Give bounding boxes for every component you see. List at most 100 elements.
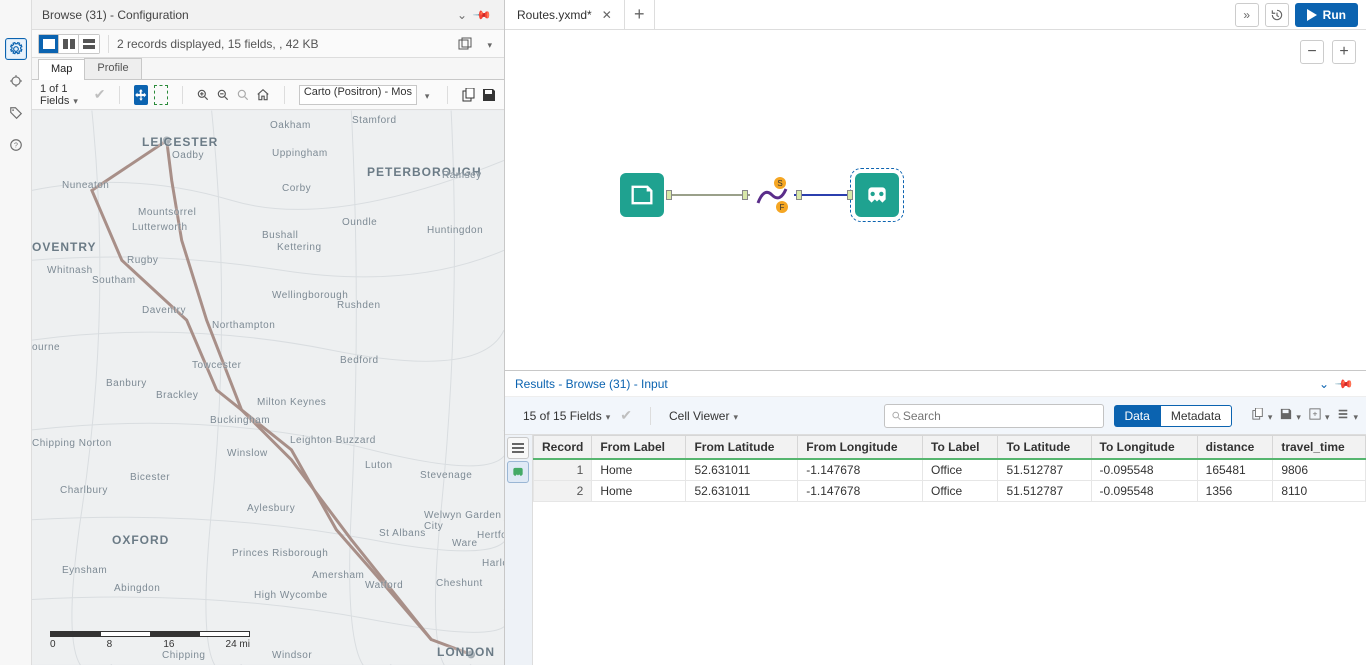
cell-viewer-dropdown[interactable]: Cell Viewer <box>669 409 738 423</box>
left-iconbar: ? <box>0 0 32 665</box>
input-tool-node[interactable] <box>620 173 664 217</box>
col-from-lon[interactable]: From Longitude <box>798 436 923 460</box>
results-left-icons <box>505 435 533 665</box>
svg-text:F: F <box>780 203 785 212</box>
input-anchor[interactable] <box>847 190 853 200</box>
city-oxford: OXFORD <box>112 533 169 547</box>
pan-button[interactable] <box>134 85 148 105</box>
output-anchor[interactable] <box>796 190 802 200</box>
wire-1 <box>667 194 751 196</box>
chevron-down-icon[interactable]: ⌄ <box>453 8 471 22</box>
zoom-in-icon[interactable] <box>196 85 210 105</box>
results-table: Record From Label From Latitude From Lon… <box>533 435 1366 502</box>
chevron-down-icon[interactable]: ⌄ <box>1315 377 1333 391</box>
popout-icon[interactable] <box>455 34 475 54</box>
basemap-picker[interactable]: Carto (Positron) - Mos <box>299 85 434 105</box>
col-from-label[interactable]: From Label <box>592 436 686 460</box>
results-title: Results - Browse (31) - Input <box>515 377 668 391</box>
config-panel: Browse (31) - Configuration ⌄ 📌 2 record… <box>32 0 505 665</box>
binoculars-icon[interactable] <box>507 461 529 483</box>
city-london: LONDON <box>437 645 495 659</box>
tab-map[interactable]: Map <box>38 59 85 80</box>
col-distance[interactable]: distance <box>1197 436 1273 460</box>
records-summary: 2 records displayed, 15 fields, , 42 KB <box>117 37 318 51</box>
config-title-text: Browse (31) - Configuration <box>42 8 189 22</box>
results-table-wrap[interactable]: Record From Label From Latitude From Lon… <box>533 435 1366 665</box>
zoom-out-icon[interactable] <box>216 85 230 105</box>
home-icon[interactable] <box>256 85 270 105</box>
select-button[interactable] <box>154 85 167 105</box>
svg-text:?: ? <box>14 142 18 149</box>
layout-split-h-button[interactable] <box>79 35 99 53</box>
metadata-tab[interactable]: Metadata <box>1160 405 1232 427</box>
config-toolbar: 2 records displayed, 15 fields, , 42 KB <box>32 30 504 58</box>
copy-icon[interactable] <box>462 85 476 105</box>
run-button[interactable]: Run <box>1295 3 1358 27</box>
tag-icon[interactable] <box>5 102 27 124</box>
zoom-out-button[interactable]: − <box>1300 40 1324 64</box>
wire-2 <box>793 194 853 196</box>
city-coventry: OVENTRY <box>32 240 97 254</box>
layout-single-button[interactable] <box>39 35 59 53</box>
fields-count[interactable]: 15 of 15 Fields <box>523 409 610 423</box>
help-icon[interactable]: ? <box>5 134 27 156</box>
workflow-canvas[interactable]: − + S F <box>505 30 1366 370</box>
fields-picker[interactable]: 1 of 1 Fields <box>40 83 88 107</box>
input-anchor[interactable] <box>742 190 748 200</box>
check-icon[interactable]: ✔ <box>620 407 632 424</box>
zoom-fit-icon[interactable] <box>236 85 250 105</box>
col-to-label[interactable]: To Label <box>923 436 998 460</box>
city-leicester: LEICESTER <box>142 135 218 149</box>
pin-icon[interactable]: 📌 <box>469 1 495 27</box>
gear-icon[interactable] <box>5 38 27 60</box>
tab-profile[interactable]: Profile <box>84 58 141 79</box>
new-window-menu-icon[interactable]: + <box>1309 408 1330 423</box>
layout-group <box>38 34 100 54</box>
svg-text:S: S <box>777 179 782 188</box>
history-icon[interactable] <box>1265 3 1289 27</box>
run-label: Run <box>1323 8 1346 22</box>
right-pane: Routes.yxmd* ✕ + » Run − + <box>505 0 1366 665</box>
check-icon[interactable]: ✔ <box>94 86 106 103</box>
close-icon[interactable]: ✕ <box>602 8 612 22</box>
save-icon[interactable] <box>482 85 496 105</box>
basemap-label: Carto (Positron) - Mos <box>299 85 417 105</box>
scale-bar: 0 8 16 24 mi <box>50 631 250 650</box>
list-menu-icon[interactable] <box>1337 408 1358 423</box>
zoom-in-button[interactable]: + <box>1332 40 1356 64</box>
map-toolbar: 1 of 1 Fields ✔ Carto (Positron) - Mos <box>32 80 504 110</box>
svg-text:+: + <box>1312 409 1317 419</box>
results-toolbar: 15 of 15 Fields ✔ Cell Viewer Data Metad… <box>505 397 1366 435</box>
search-icon <box>891 410 902 422</box>
save-menu-icon[interactable] <box>1280 408 1301 423</box>
fields-picker-label: 1 of 1 Fields <box>40 83 84 107</box>
search-input[interactable] <box>903 409 1098 423</box>
col-record[interactable]: Record <box>534 436 592 460</box>
view-tabs: Map Profile <box>32 58 504 80</box>
browse-tool-node[interactable] <box>855 173 899 217</box>
col-to-lon[interactable]: To Longitude <box>1091 436 1197 460</box>
doc-tab-label: Routes.yxmd* <box>517 8 592 22</box>
table-row[interactable]: 2 Home 52.631011 -1.147678 Office 51.512… <box>534 481 1366 502</box>
col-to-lat[interactable]: To Latitude <box>998 436 1091 460</box>
new-tab-button[interactable]: + <box>625 0 655 29</box>
data-tab[interactable]: Data <box>1114 405 1159 427</box>
route-tool-node[interactable]: S F <box>750 173 794 217</box>
results-header: Results - Browse (31) - Input ⌄ 📌 <box>505 371 1366 397</box>
search-box[interactable] <box>884 404 1104 428</box>
overflow-button[interactable]: » <box>1235 3 1259 27</box>
rows-icon[interactable] <box>507 437 529 459</box>
table-row[interactable]: 1 Home 52.631011 -1.147678 Office 51.512… <box>534 459 1366 481</box>
toolbar-more-icon[interactable] <box>479 37 496 51</box>
map-area[interactable]: LEICESTER PETERBOROUGH OVENTRY OXFORD LO… <box>32 110 504 665</box>
col-from-lat[interactable]: From Latitude <box>686 436 798 460</box>
doc-tab-routes[interactable]: Routes.yxmd* ✕ <box>505 0 625 29</box>
layout-split-v-button[interactable] <box>59 35 79 53</box>
target-icon[interactable] <box>5 70 27 92</box>
pin-icon[interactable]: 📌 <box>1331 370 1357 396</box>
col-travel-time[interactable]: travel_time <box>1273 436 1366 460</box>
copy-menu-icon[interactable] <box>1252 408 1273 423</box>
config-titlebar: Browse (31) - Configuration ⌄ 📌 <box>32 0 504 30</box>
output-anchor[interactable] <box>666 190 672 200</box>
document-tabs: Routes.yxmd* ✕ + » Run <box>505 0 1366 30</box>
